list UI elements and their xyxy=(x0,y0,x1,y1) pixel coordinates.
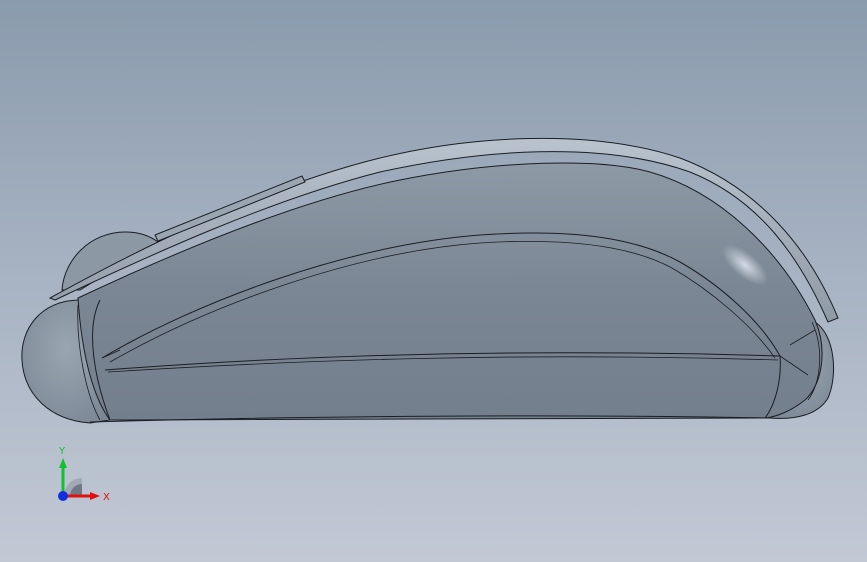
graphics-viewport[interactable]: Y X xyxy=(0,0,867,562)
z-axis-icon xyxy=(58,491,68,501)
x-axis-label: X xyxy=(103,492,110,503)
y-axis-label: Y xyxy=(58,446,66,457)
mouse-3d-model[interactable] xyxy=(0,0,867,562)
main-body xyxy=(77,162,823,421)
axis-triad: Y X xyxy=(58,446,110,503)
